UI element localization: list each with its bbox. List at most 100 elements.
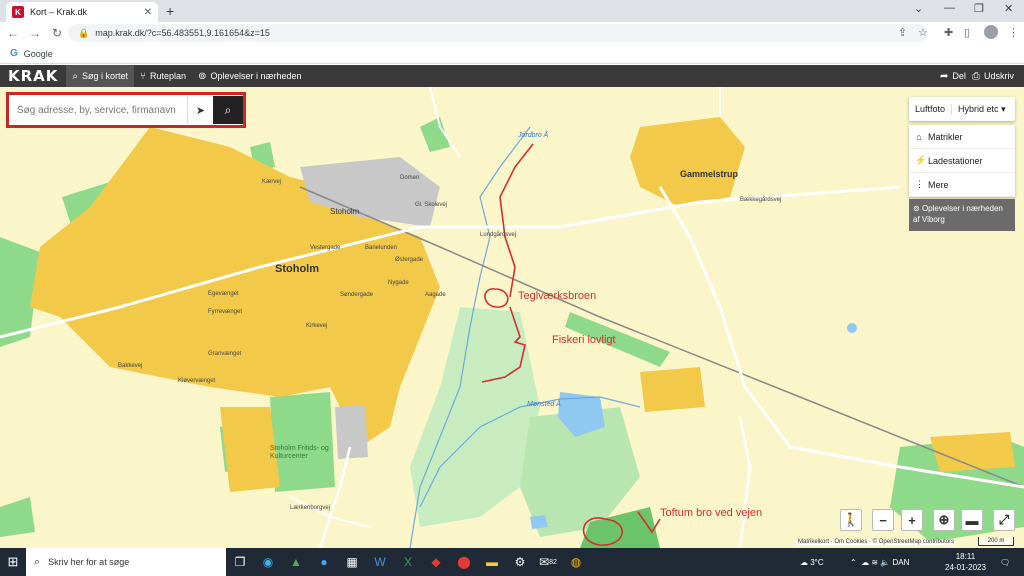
address-bar[interactable]: 🔒 map.krak.dk/?c=56.483551,9.161654&z=15 bbox=[68, 24, 928, 42]
pond bbox=[847, 323, 857, 333]
street-label: Aagade bbox=[425, 292, 446, 298]
reload-icon[interactable]: ↻ bbox=[48, 26, 66, 40]
notifications-icon[interactable]: 🗨 bbox=[1000, 548, 1010, 576]
layer-tab-luftfoto[interactable]: Luftfoto bbox=[909, 104, 951, 114]
village-label[interactable]: Gammelstrup bbox=[680, 169, 738, 179]
browser-toolbar: ← → ↻ 🔒 map.krak.dk/?c=56.483551,9.16165… bbox=[0, 22, 1024, 44]
star-icon[interactable]: ☆ bbox=[918, 26, 928, 39]
layer-tab-hybrid[interactable]: Hybrid etc ▾ bbox=[951, 103, 1012, 115]
zoom-in-button[interactable]: + bbox=[901, 509, 923, 531]
map-canvas[interactable]: Stoholm Stoholm Gammelstrup Stoholm Frit… bbox=[0, 87, 1024, 548]
chrome-icon[interactable]: ◍ bbox=[562, 548, 590, 576]
annotation-circle bbox=[484, 288, 509, 308]
edge-icon[interactable]: ◉ bbox=[254, 548, 282, 576]
chevron-up-icon[interactable]: ⌃ bbox=[850, 558, 857, 567]
google-icon: G bbox=[10, 48, 18, 59]
chevron-down-icon[interactable]: ⌄ bbox=[914, 2, 923, 15]
taskbar-search-placeholder: Skriv her for at søge bbox=[48, 557, 130, 567]
tab-title: Kort – Krak.dk bbox=[30, 7, 88, 17]
measure-button[interactable]: ▬ bbox=[961, 509, 983, 531]
layer-tab-label: Hybrid etc bbox=[958, 103, 999, 114]
street-label: Kløvervænget bbox=[178, 378, 216, 384]
task-view-icon[interactable]: ❐ bbox=[226, 548, 254, 576]
word-icon[interactable]: W bbox=[366, 548, 394, 576]
nav-experiences[interactable]: ⊚ Oplevelser i nærheden bbox=[192, 65, 307, 87]
share-page-icon[interactable]: ⇪ bbox=[898, 26, 907, 39]
nav-label: Oplevelser i nærheden bbox=[210, 71, 302, 81]
experiences-label: Oplevelser i nærheden bbox=[921, 204, 1003, 213]
windows-taskbar: ⊞ ⌕ Skriv her for at søge ❐ ◉ ▲ ● ▦ W X … bbox=[0, 548, 1024, 576]
route-icon: ⑂ bbox=[140, 70, 147, 82]
annotation-teglvaerksbroen: Teglværksbroen bbox=[518, 290, 597, 302]
menu-dots-icon[interactable]: ⋮ bbox=[1008, 26, 1019, 39]
restore-icon[interactable]: ❐ bbox=[974, 2, 984, 15]
volume-icon[interactable]: 🔈 bbox=[880, 558, 890, 567]
krak-nav-bar: KRAK ⌕ Søg i kortet ⑂ Ruteplan ⊚ Oplevel… bbox=[0, 65, 1024, 87]
maps-pin-icon[interactable]: ⬤ bbox=[450, 548, 478, 576]
street-label: Bækkegårdsvej bbox=[740, 197, 782, 203]
map-graphics bbox=[0, 87, 1024, 548]
menu-item-mere[interactable]: ⋮ Mere bbox=[909, 173, 1015, 197]
street-label: Domen bbox=[400, 175, 420, 181]
search-icon: ⌕ bbox=[224, 102, 232, 117]
excel-icon[interactable]: X bbox=[394, 548, 422, 576]
annotation-stroke bbox=[499, 143, 534, 298]
experiences-nearby-button[interactable]: ⊚ Oplevelser i nærheden af Viborg bbox=[909, 199, 1015, 231]
krak-favicon-icon: K bbox=[12, 6, 24, 18]
fullscreen-button[interactable]: ⤢ bbox=[993, 509, 1015, 531]
avatar[interactable] bbox=[984, 25, 998, 39]
clock[interactable]: 18:11 24-01-2023 bbox=[945, 551, 986, 573]
street-view-button[interactable]: 🚶 bbox=[840, 509, 862, 531]
street-label: Lundgårdsvej bbox=[480, 232, 517, 238]
close-window-icon[interactable]: ✕ bbox=[1004, 2, 1013, 15]
menu-item-label: Ladestationer bbox=[928, 155, 983, 166]
minus-icon: − bbox=[879, 512, 887, 528]
map-layer-switcher: Luftfoto Hybrid etc ▾ bbox=[909, 97, 1015, 121]
print-button[interactable]: ⎙ Udskriv bbox=[972, 65, 1014, 87]
tab-close-icon[interactable]: ✕ bbox=[144, 7, 152, 18]
street-label: Egevænget bbox=[208, 291, 239, 297]
binoculars-icon: ⊚ bbox=[198, 70, 207, 82]
new-tab-icon[interactable]: + bbox=[166, 3, 174, 19]
extensions-icon[interactable]: ✚ bbox=[944, 26, 953, 39]
nav-route-planner[interactable]: ⑂ Ruteplan bbox=[134, 65, 192, 87]
browser-tab-bar: K Kort – Krak.dk ✕ + ⌄ — ❐ ✕ bbox=[0, 0, 1024, 22]
sports-label[interactable]: Stoholm Fritids- og Kulturcenter bbox=[270, 445, 340, 461]
menu-item-ladestationer[interactable]: ⚡ Ladestationer bbox=[909, 149, 1015, 173]
plus-icon: + bbox=[908, 512, 916, 528]
locate-button[interactable]: ⊕ bbox=[933, 509, 955, 531]
globe-icon[interactable]: ● bbox=[310, 548, 338, 576]
krak-logo[interactable]: KRAK bbox=[8, 67, 58, 85]
zoom-out-button[interactable]: − bbox=[872, 509, 894, 531]
map-attribution[interactable]: Matrikelkort · Om Cookies · © OpenStreet… bbox=[796, 539, 957, 545]
weather-widget[interactable]: ☁ 3°C bbox=[800, 548, 824, 576]
language-indicator[interactable]: DAN bbox=[893, 558, 910, 567]
station-label[interactable]: Stoholm bbox=[330, 207, 359, 216]
locate-me-icon[interactable]: ➤ bbox=[187, 96, 213, 124]
cloud-sync-icon[interactable]: ☁ bbox=[861, 558, 869, 567]
windows-start-icon[interactable]: ⊞ bbox=[0, 554, 26, 570]
calculator-icon[interactable]: ▦ bbox=[338, 548, 366, 576]
search-input[interactable] bbox=[9, 96, 187, 124]
caret-down-icon: ▾ bbox=[1001, 103, 1006, 114]
folder-icon[interactable]: ▬ bbox=[478, 548, 506, 576]
search-button[interactable]: ⌕ bbox=[213, 96, 243, 124]
mail-icon[interactable]: ✉ 82 bbox=[534, 548, 562, 576]
town-label[interactable]: Stoholm bbox=[275, 263, 319, 275]
bookmark-google[interactable]: Google bbox=[24, 49, 53, 59]
back-icon[interactable]: ← bbox=[4, 26, 22, 40]
app-icon[interactable]: ◆ bbox=[422, 548, 450, 576]
settings-gear-icon[interactable]: ⚙ bbox=[506, 548, 534, 576]
nav-search-map[interactable]: ⌕ Søg i kortet bbox=[66, 65, 135, 87]
street-label: Vestergade bbox=[310, 245, 341, 251]
forward-icon[interactable]: → bbox=[26, 26, 44, 40]
cloud-icon: ☁ bbox=[800, 557, 808, 567]
photos-icon[interactable]: ▲ bbox=[282, 548, 310, 576]
browser-tab[interactable]: K Kort – Krak.dk ✕ bbox=[6, 2, 158, 22]
side-panel-icon[interactable]: ▯ bbox=[964, 26, 970, 39]
taskbar-search[interactable]: ⌕ Skriv her for at søge bbox=[26, 548, 226, 576]
wifi-icon[interactable]: ≋ bbox=[871, 558, 878, 567]
share-button[interactable]: ➦ Del bbox=[940, 65, 966, 87]
menu-item-matrikler[interactable]: ⌂ Matrikler bbox=[909, 125, 1015, 149]
minimize-icon[interactable]: — bbox=[944, 2, 955, 14]
